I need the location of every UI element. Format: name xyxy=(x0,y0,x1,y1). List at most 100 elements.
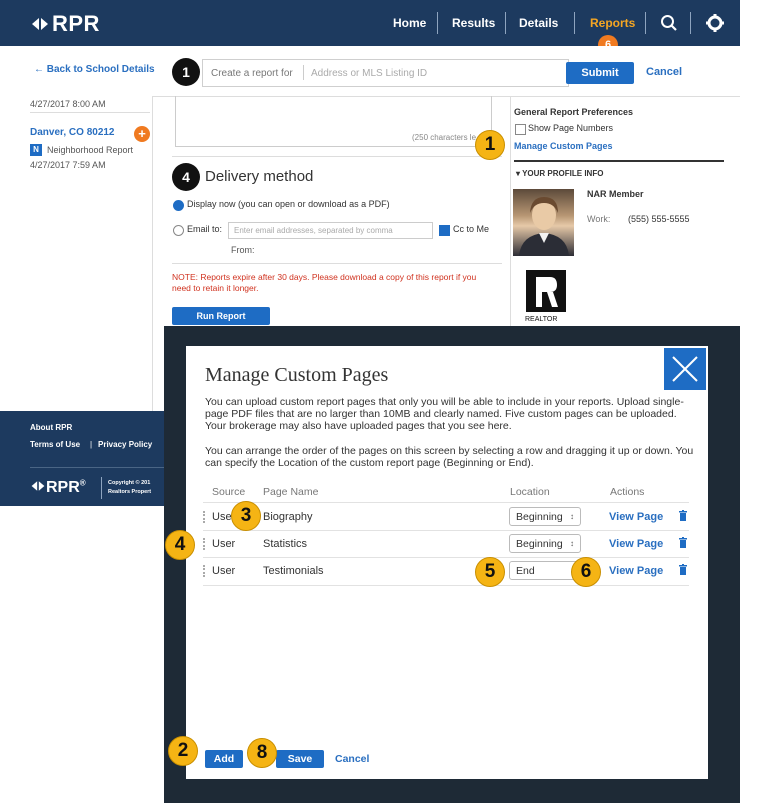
modal-instructions: You can arrange the order of the pages o… xyxy=(205,445,694,469)
delivery-method-title: Delivery method xyxy=(205,168,314,185)
column-header-location: Location xyxy=(510,486,550,498)
email-input[interactable]: Enter email addresses, separated by comm… xyxy=(228,222,433,239)
trash-icon[interactable] xyxy=(679,564,687,575)
address-placeholder: Address or MLS Listing ID xyxy=(311,68,428,79)
add-icon[interactable]: + xyxy=(134,126,150,142)
member-type: NAR Member xyxy=(587,189,644,199)
create-report-input[interactable]: Create a report for Address or MLS Listi… xyxy=(202,59,569,87)
view-page-link[interactable]: View Page xyxy=(609,511,663,523)
footer-separator: | xyxy=(90,440,93,449)
gear-icon[interactable] xyxy=(705,13,725,33)
column-header-actions: Actions xyxy=(610,486,645,498)
report-location-link[interactable]: Danver, CO 80212 xyxy=(30,127,115,138)
add-button[interactable]: Add xyxy=(205,750,243,768)
view-page-link[interactable]: View Page xyxy=(609,565,663,577)
report-type-label: Neighborhood Report xyxy=(47,145,134,155)
rpr-logo-icon xyxy=(31,481,45,491)
divider xyxy=(172,263,502,264)
callout-4: 4 xyxy=(165,530,195,560)
profile-photo xyxy=(519,197,569,256)
privacy-policy-link[interactable]: Privacy Policy xyxy=(98,440,152,449)
drag-handle-icon[interactable] xyxy=(203,511,209,523)
email-to-label: Email to: xyxy=(187,224,223,234)
nav-home[interactable]: Home xyxy=(393,16,426,30)
registered-mark: ® xyxy=(79,478,86,488)
row-page-name: Statistics xyxy=(263,538,308,550)
location-value: Beginning xyxy=(516,538,563,550)
row-source: User xyxy=(212,538,236,550)
drag-handle-icon[interactable] xyxy=(203,538,209,550)
callout-6: 6 xyxy=(571,557,601,587)
callout-2: 2 xyxy=(168,736,198,766)
step-number-4: 4 xyxy=(172,163,200,191)
rpr-logo-icon xyxy=(32,18,48,30)
manage-custom-pages-link[interactable]: Manage Custom Pages xyxy=(514,141,613,151)
table-row[interactable]: User Statistics Beginning ↕ View Page xyxy=(203,531,689,557)
about-rpr-link[interactable]: About RPR xyxy=(30,423,72,432)
show-page-numbers-label: Show Page Numbers xyxy=(528,123,614,133)
submit-button[interactable]: Submit xyxy=(566,62,634,84)
input-divider xyxy=(303,65,304,80)
modal-description: You can upload custom report pages that … xyxy=(205,396,684,432)
realtor-logo: REALTOR xyxy=(522,270,570,326)
profile-info-header[interactable]: ▾ YOUR PROFILE INFO xyxy=(516,169,603,178)
select-arrows-icon: ↕ xyxy=(570,512,574,521)
row-page-name: Testimonials xyxy=(263,565,324,577)
table-row[interactable]: User Biography Beginning ↕ View Page xyxy=(203,503,689,530)
display-now-label: Display now (you can open or download as… xyxy=(187,199,390,209)
callout-5: 5 xyxy=(475,557,505,587)
drag-handle-icon[interactable] xyxy=(203,565,209,577)
nav-details[interactable]: Details xyxy=(519,16,558,30)
step-number-1: 1 xyxy=(172,58,200,86)
report-timestamp: 4/27/2017 8:00 AM xyxy=(30,99,106,109)
footer-logo-text: RPR xyxy=(46,479,80,496)
run-report-button[interactable]: Run Report xyxy=(172,307,270,325)
work-phone: (555) 555-5555 xyxy=(628,214,690,224)
trash-icon[interactable] xyxy=(679,510,687,521)
display-now-radio[interactable] xyxy=(173,200,184,211)
table-divider xyxy=(203,585,689,586)
nav-divider xyxy=(574,12,575,34)
cc-to-me-checkbox[interactable] xyxy=(439,225,450,236)
save-button[interactable]: Save xyxy=(276,750,324,768)
nav-divider xyxy=(690,12,691,34)
from-label: From: xyxy=(231,245,255,255)
email-to-radio[interactable] xyxy=(173,225,184,236)
terms-of-use-link[interactable]: Terms of Use xyxy=(30,440,80,449)
recent-reports-sidebar xyxy=(0,96,153,411)
close-button[interactable] xyxy=(664,348,706,390)
characters-left-note: (250 characters le xyxy=(412,133,477,142)
search-icon[interactable] xyxy=(660,14,678,32)
row-source: User xyxy=(212,565,236,577)
divider xyxy=(30,112,150,113)
row-page-name: Biography xyxy=(263,511,313,523)
report-timestamp: 4/27/2017 7:59 AM xyxy=(30,160,106,170)
realtor-text: REALTOR xyxy=(525,316,558,323)
expiry-note: NOTE: Reports expire after 30 days. Plea… xyxy=(172,272,477,293)
location-select[interactable]: Beginning ↕ xyxy=(509,534,581,553)
modal-cancel-link[interactable]: Cancel xyxy=(335,753,369,765)
location-value: End xyxy=(516,565,535,577)
divider xyxy=(30,467,164,468)
modal-title: Manage Custom Pages xyxy=(205,364,389,386)
cancel-link[interactable]: Cancel xyxy=(646,66,682,78)
nav-reports[interactable]: Reports xyxy=(590,16,635,30)
trash-icon[interactable] xyxy=(679,537,687,548)
rpr-logo[interactable]: RPR xyxy=(30,11,100,37)
view-page-link[interactable]: View Page xyxy=(609,538,663,550)
email-placeholder: Enter email addresses, separated by comm… xyxy=(234,226,393,235)
show-page-numbers-checkbox[interactable] xyxy=(515,124,526,135)
callout-1: 1 xyxy=(475,130,505,160)
create-report-label: Create a report for xyxy=(211,68,293,79)
callout-8: 8 xyxy=(247,738,277,768)
divider xyxy=(101,477,102,499)
logo-text: RPR xyxy=(52,11,100,36)
location-select[interactable]: Beginning ↕ xyxy=(509,507,581,526)
location-value: Beginning xyxy=(516,511,563,523)
table-row[interactable]: User Testimonials End View Page xyxy=(203,558,689,584)
column-header-page-name: Page Name xyxy=(263,486,319,498)
divider xyxy=(172,156,502,157)
nav-results[interactable]: Results xyxy=(452,16,495,30)
back-to-school-details-link[interactable]: ← Back to School Details xyxy=(34,64,155,75)
avatar xyxy=(513,189,574,256)
